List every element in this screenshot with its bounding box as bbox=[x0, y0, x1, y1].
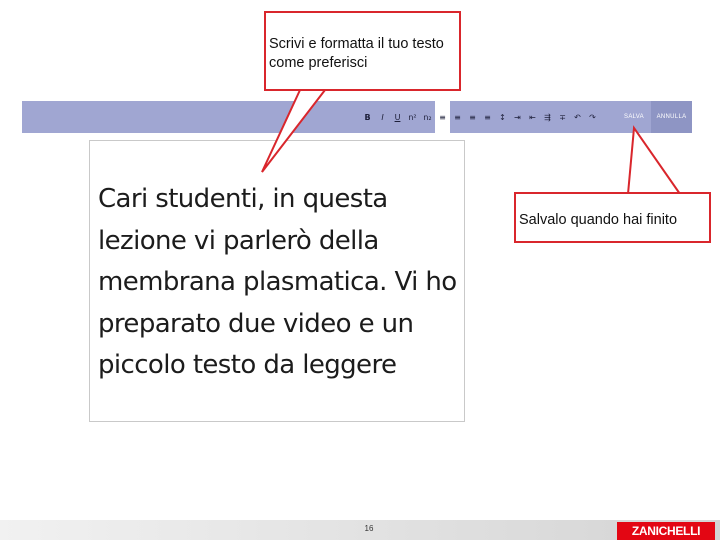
page-number: 16 bbox=[364, 524, 374, 533]
format-callout-text: Scrivi e formatta il tuo testo come pref… bbox=[269, 36, 444, 71]
footer: 16 ZANICHELLI bbox=[0, 520, 720, 540]
zanichelli-logo: ZANICHELLI bbox=[617, 522, 715, 540]
save-callout-pointer bbox=[627, 125, 681, 195]
save-callout: Salvalo quando hai finito bbox=[514, 192, 711, 243]
format-callout-pointer bbox=[261, 89, 326, 173]
save-callout-text: Salvalo quando hai finito bbox=[519, 212, 678, 228]
format-callout: Scrivi e formatta il tuo testo come pref… bbox=[264, 11, 461, 91]
